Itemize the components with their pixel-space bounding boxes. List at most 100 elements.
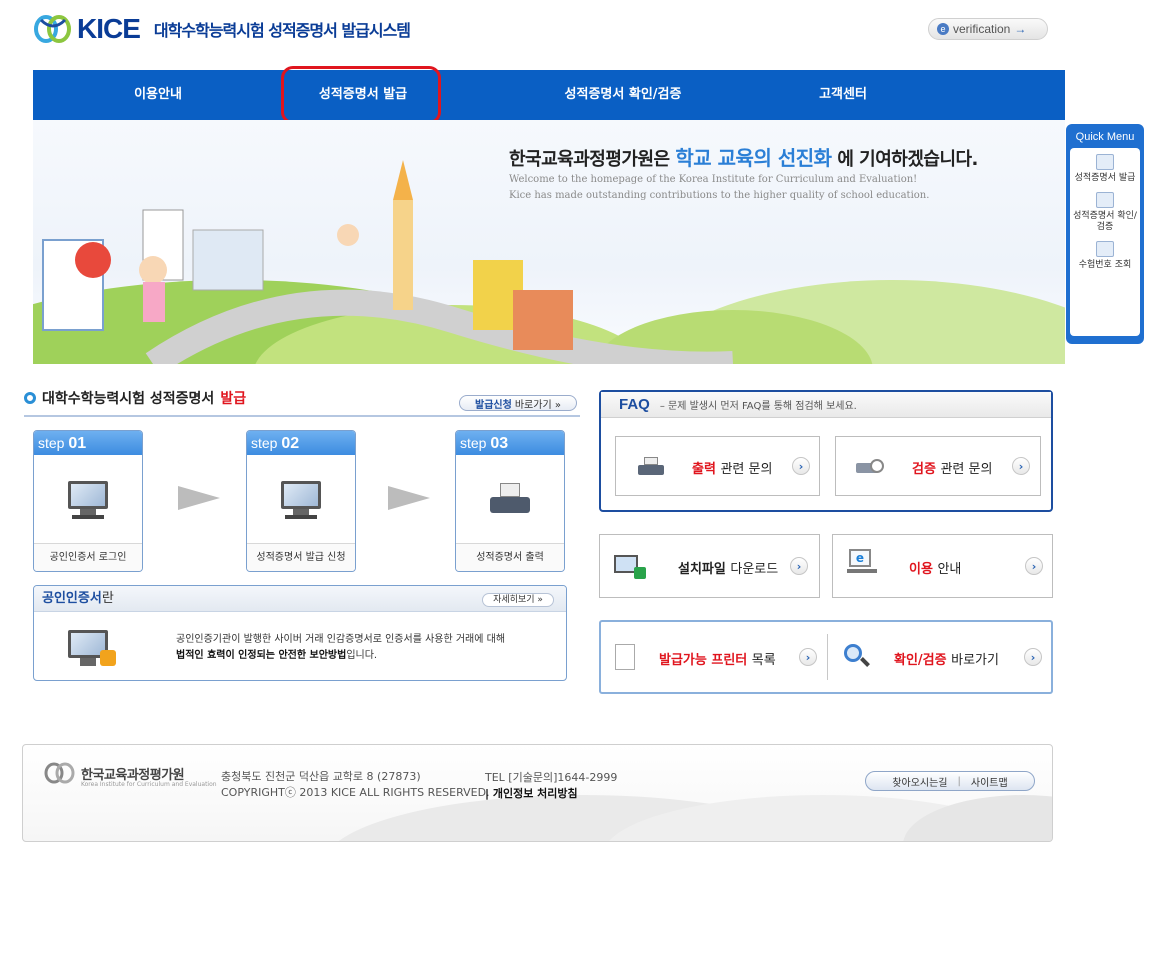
step-3-label: step <box>460 435 487 451</box>
quick-item-verify[interactable]: 성적증명서 확인/검증 <box>1070 192 1140 233</box>
faq-verify-red: 검증 <box>912 462 936 477</box>
banner-title-suffix: 에 기여하겠습니다. <box>837 149 978 170</box>
step-arrow-icon <box>178 486 220 510</box>
monitor-lock-icon <box>60 477 116 523</box>
banner-title-highlight: 학교 교육의 선진화 <box>675 146 832 170</box>
monitor-lock-icon <box>66 628 122 668</box>
faq-box: FAQ – 문제 발생시 먼저 FAQ를 통해 점검해 보세요. 출력 관련 문… <box>599 390 1053 512</box>
step-arrow-icon <box>388 486 430 510</box>
directions-link[interactable]: 찾아오시는길 <box>892 774 947 789</box>
chevron-right-icon: › <box>792 457 810 475</box>
step-2-header: step 02 <box>247 431 355 455</box>
faq-description: – 문제 발생시 먼저 FAQ를 통해 점검해 보세요. <box>659 401 857 412</box>
faq-print-card[interactable]: 출력 관련 문의 › <box>615 436 820 496</box>
footer-logo: 한국교육과정평가원 Korea Institute for Curriculum… <box>43 761 217 788</box>
step-3-card: step 03 성적증명서 출력 <box>455 430 565 572</box>
step-1-caption: 공인인증서 로그인 <box>34 543 142 571</box>
step-1-number: 01 <box>68 435 87 452</box>
banner-title: 한국교육과정평가원은 학교 교육의 선진화 에 기여하겠습니다. <box>509 142 978 171</box>
verify-rest: 바로가기 <box>951 653 999 668</box>
search-id-icon <box>1096 241 1114 257</box>
quick-item-exam-number[interactable]: 수험번호 조회 <box>1070 241 1140 271</box>
printer-rest: 목록 <box>751 653 776 668</box>
banner-en-line2: Kice has made outstanding contributions … <box>509 190 930 201</box>
nav-item-verify[interactable]: 성적증명서 확인/검증 <box>523 70 723 120</box>
footer-address: 충청북도 진천군 덕산읍 교학로 8 (27873) COPYRIGHTⓒ 20… <box>221 769 490 801</box>
kice-footer-icon <box>44 762 75 784</box>
printer-verify-bar: 발급가능 프린터 목록 › 확인/검증 바로가기 › <box>599 620 1053 694</box>
printer-icon <box>636 455 666 479</box>
faq-verify-card[interactable]: 검증 관련 문의 › <box>835 436 1041 496</box>
step-2-label: step <box>251 435 278 451</box>
main-nav: 이용안내 성적증명서 발급 성적증명서 확인/검증 고객센터 <box>33 70 1065 120</box>
privacy-policy-link[interactable]: | 개인정보 처리방침 <box>485 785 578 801</box>
printer-red: 발급가능 프린터 <box>659 653 748 668</box>
download-setup-card[interactable]: 설치파일 다운로드 › <box>599 534 820 598</box>
verify-red: 확인/검증 <box>894 653 947 668</box>
page: KICE 대학수학능력시험 성적증명서 발급시스템 e verification… <box>0 0 1171 954</box>
magnifier-icon <box>842 644 872 668</box>
nav-item-guide[interactable]: 이용안내 <box>33 70 283 120</box>
issue-title-highlight: 발급 <box>220 391 247 407</box>
verification-label: verification <box>953 22 1011 36</box>
step-3-number: 03 <box>490 435 509 452</box>
sitemap-link[interactable]: 사이트맵 <box>971 774 1008 789</box>
quick-menu-title: Quick Menu <box>1075 131 1135 143</box>
footer-buttons: 찾아오시는길 | 사이트맵 <box>865 771 1035 791</box>
issue-section-title: 대학수학능력시험 성적증명서 발급 <box>24 388 246 408</box>
arrow-right-icon: → <box>1014 22 1027 36</box>
document-icon <box>1096 154 1114 170</box>
hero-banner: 한국교육과정평가원은 학교 교육의 선진화 에 기여하겠습니다. Welcome… <box>33 120 1065 364</box>
quick-item-issue[interactable]: 성적증명서 발급 <box>1070 154 1140 184</box>
quick-menu-body: 성적증명서 발급 성적증명서 확인/검증 수험번호 조회 <box>1070 148 1140 336</box>
verification-icon: e <box>937 23 949 35</box>
more-details-button[interactable]: 자세히보기 » <box>482 593 554 607</box>
quick-item-issue-label: 성적증명서 발급 <box>1074 173 1136 183</box>
faq-header: FAQ – 문제 발생시 먼저 FAQ를 통해 점검해 보세요. <box>601 392 1051 418</box>
kice-logo[interactable]: KICE 대학수학능력시험 성적증명서 발급시스템 <box>33 12 411 46</box>
step-1-label: step <box>38 435 65 451</box>
faq-print-rest: 관련 문의 <box>720 462 773 477</box>
chevron-right-icon: › <box>1025 557 1043 575</box>
step-2-caption: 성적증명서 발급 신청 <box>247 543 355 571</box>
footer-org-sub: Korea Institute for Curriculum and Evalu… <box>81 781 217 788</box>
usage-guide-card[interactable]: e 이용 안내 › <box>832 534 1053 598</box>
verify-shortcut-link[interactable]: 확인/검증 바로가기 › <box>828 622 1051 692</box>
footer-tel: TEL [기술문의]1644-2999 <box>485 771 618 784</box>
system-title: 대학수학능력시험 성적증명서 발급시스템 <box>153 21 411 40</box>
guide-rest: 안내 <box>937 562 962 577</box>
printer-icon <box>482 477 538 523</box>
logo-text: KICE <box>77 13 141 44</box>
nav-item-support[interactable]: 고객센터 <box>793 70 893 120</box>
monitor-mouse-icon <box>273 477 329 523</box>
chevron-right-icon: › <box>799 648 817 666</box>
faq-print-red: 출력 <box>692 462 716 477</box>
apply-shortcut-button[interactable]: 발급신청 바로가기 » <box>459 395 577 411</box>
banner-title-prefix: 한국교육과정평가원은 <box>509 149 670 170</box>
certificate-info-box: 공인인증서란 자세히보기 » 공인인증기관이 발행한 사이버 거래 인감증명서로… <box>33 585 567 681</box>
chevron-right-icon: › <box>1024 648 1042 666</box>
cert-desc-line1: 공인인증기관이 발행한 사이버 거래 인감증명서로 인증서를 사용한 거래에 대… <box>176 634 506 645</box>
cert-title-rest: 란 <box>101 591 114 606</box>
issue-title-prefix: 대학수학능력시험 성적증명서 <box>42 391 215 407</box>
nav-highlight-outline <box>281 66 441 124</box>
chevron-right-icon: › <box>790 557 808 575</box>
banner-english-text: Welcome to the homepage of the Korea Ins… <box>509 172 929 204</box>
chevron-right-icon: › <box>1012 457 1030 475</box>
guide-red: 이용 <box>909 562 933 577</box>
footer-org-name: 한국교육과정평가원 <box>81 767 185 783</box>
certificate-description: 공인인증기관이 발행한 사이버 거래 인감증명서로 인증서를 사용한 거래에 대… <box>176 632 505 664</box>
bullet-icon <box>24 392 36 404</box>
document-icon <box>615 644 635 670</box>
step-3-header: step 03 <box>456 431 564 455</box>
quick-item-verify-label: 성적증명서 확인/검증 <box>1073 211 1137 232</box>
magnifier-icon <box>1096 192 1114 208</box>
quick-item-exam-label: 수험번호 조회 <box>1078 260 1132 270</box>
step-1-card: step 01 공인인증서 로그인 <box>33 430 143 572</box>
footer-address-line: 충청북도 진천군 덕산읍 교학로 8 (27873) <box>221 770 421 783</box>
cert-title-bold: 공인인증서 <box>42 591 102 606</box>
verification-button[interactable]: e verification → <box>928 18 1048 40</box>
printer-list-link[interactable]: 발급가능 프린터 목록 › <box>601 622 827 692</box>
monitor-download-icon <box>614 555 646 579</box>
banner-en-line1: Welcome to the homepage of the Korea Ins… <box>509 174 918 185</box>
